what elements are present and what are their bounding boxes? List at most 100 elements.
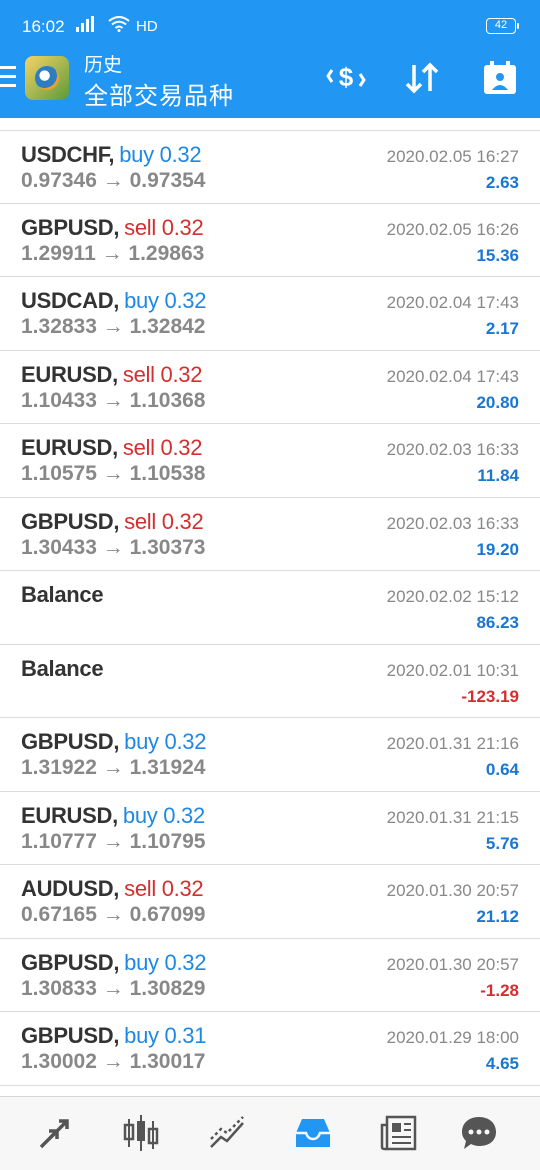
trade-datetime: 2020.02.03 16:33 bbox=[386, 513, 519, 533]
nav-news-button[interactable] bbox=[377, 1111, 421, 1155]
history-row[interactable]: EURUSD, sell 0.32 1.10433 → 1.10368 2020.… bbox=[0, 351, 540, 424]
profit-value: 2.63 bbox=[485, 173, 519, 192]
trade-datetime: 2020.01.31 21:16 bbox=[386, 734, 519, 753]
nav-chart-button[interactable] bbox=[119, 1111, 163, 1155]
nav-history-button[interactable] bbox=[291, 1111, 335, 1155]
trade-datetime: 2020.01.30 20:57 bbox=[386, 881, 519, 900]
balance-label: Balance bbox=[21, 582, 104, 607]
news-icon bbox=[380, 1115, 417, 1151]
profit-value: 15.36 bbox=[476, 245, 519, 265]
history-row[interactable]: GBPUSD, sell 0.32 1.30433 → 1.30373 2020.… bbox=[0, 498, 540, 571]
price-change: 1.10777 → 1.10795 bbox=[21, 829, 206, 853]
trade-datetime: 2020.02.05 16:26 bbox=[386, 219, 519, 239]
symbol: EURUSD, bbox=[21, 361, 118, 387]
symbol: GBPUSD, bbox=[21, 729, 120, 754]
history-row[interactable]: EURUSD, sell 0.32 1.10575 → 1.10538 2020.… bbox=[0, 424, 540, 498]
history-row[interactable]: GBPUSD, buy 0.32 1.30833 → 1.30829 2020.0… bbox=[0, 939, 540, 1012]
balance-amount: 86.23 bbox=[476, 613, 519, 632]
page-subtitle: 历史 bbox=[84, 54, 123, 76]
trend-lines-icon bbox=[210, 1116, 244, 1148]
nav-chat-button[interactable] bbox=[457, 1111, 501, 1155]
side-volume: buy 0.32 bbox=[119, 142, 202, 167]
side-volume: buy 0.32 bbox=[124, 288, 207, 313]
history-row[interactable]: GBPUSD, sell 0.32 1.29911 → 1.29863 2020.… bbox=[0, 204, 540, 277]
status-time: 16:02 bbox=[22, 17, 65, 36]
svg-text:$: $ bbox=[339, 62, 354, 92]
sort-button[interactable] bbox=[400, 56, 444, 100]
balance-label: Balance bbox=[21, 655, 104, 681]
nav-trade-button[interactable] bbox=[205, 1111, 249, 1155]
history-row[interactable]: GBPUSD, buy 0.32 1.31922 → 1.31924 2020.0… bbox=[0, 718, 540, 792]
signal-icon bbox=[76, 16, 102, 36]
trade-datetime: 2020.02.04 17:43 bbox=[386, 293, 519, 312]
inbox-tray-icon bbox=[296, 1119, 330, 1147]
trade-datetime: 2020.02.05 16:27 bbox=[386, 147, 519, 166]
profit-value: 20.80 bbox=[476, 392, 519, 412]
history-row[interactable]: GBPUSD, buy 0.31 1.30002 → 1.30017 2020.0… bbox=[0, 1012, 540, 1086]
sort-icon bbox=[405, 62, 439, 94]
currency-exchange-button[interactable]: $ bbox=[324, 56, 368, 100]
wifi-icon bbox=[108, 16, 130, 36]
price-change: 1.30002 → 1.30017 bbox=[21, 1050, 206, 1073]
balance-row[interactable]: Balance 2020.02.02 15:12 86.23 bbox=[0, 571, 540, 645]
battery-icon: 42 bbox=[486, 18, 519, 34]
balance-amount: -123.19 bbox=[461, 686, 519, 706]
symbol: GBPUSD, bbox=[21, 508, 120, 534]
history-row[interactable]: USDCAD, buy 0.32 1.32833 → 1.32842 2020.0… bbox=[0, 277, 540, 351]
trade-datetime: 2020.02.03 16:33 bbox=[386, 440, 519, 459]
menu-icon[interactable] bbox=[0, 66, 16, 88]
price-change: 1.29911 → 1.29863 bbox=[21, 241, 205, 265]
price-change: 1.10575 → 1.10538 bbox=[21, 462, 206, 485]
price-change: 0.67165 → 0.67099 bbox=[21, 903, 206, 926]
side-volume: sell 0.32 bbox=[124, 214, 204, 240]
price-change: 0.97346 → 0.97354 bbox=[21, 169, 206, 192]
app-header: 16:02 HD 42 历史 全部交易品种 $ bbox=[0, 0, 540, 118]
history-row[interactable]: EURUSD, buy 0.32 1.10777 → 1.10795 2020.0… bbox=[0, 792, 540, 865]
symbol: EURUSD, bbox=[21, 802, 118, 828]
symbol: EURUSD, bbox=[21, 435, 118, 460]
profit-value: 11.84 bbox=[477, 466, 519, 485]
bottom-navigation bbox=[0, 1096, 540, 1170]
symbol: GBPUSD, bbox=[21, 1023, 120, 1048]
nav-quotes-button[interactable] bbox=[33, 1111, 77, 1155]
app-logo bbox=[25, 56, 69, 100]
symbol-filter-title[interactable]: 全部交易品种 bbox=[84, 76, 234, 111]
balance-row[interactable]: Balance 2020.02.01 10:31 -123.19 bbox=[0, 645, 540, 718]
side-volume: sell 0.32 bbox=[124, 876, 204, 901]
side-volume: buy 0.32 bbox=[124, 729, 207, 754]
price-change: 1.32833 → 1.32842 bbox=[21, 315, 206, 338]
side-volume: buy 0.32 bbox=[122, 802, 205, 828]
symbol: USDCHF, bbox=[21, 142, 115, 167]
history-row[interactable]: AUDUSD, sell 0.32 0.67165 → 0.67099 2020.… bbox=[0, 865, 540, 939]
chat-bubble-icon bbox=[462, 1117, 496, 1149]
calendar-button[interactable] bbox=[478, 56, 522, 100]
history-list: USDCHF, buy 0.32 0.97346 → 0.97354 2020.0… bbox=[0, 130, 540, 1086]
side-volume: sell 0.32 bbox=[124, 508, 204, 534]
side-volume: sell 0.32 bbox=[122, 361, 203, 387]
history-row[interactable]: USDCHF, buy 0.32 0.97346 → 0.97354 2020.0… bbox=[0, 130, 540, 204]
profit-value: 19.20 bbox=[476, 539, 519, 559]
trade-datetime: 2020.02.04 17:43 bbox=[386, 366, 519, 386]
profit-value: 0.64 bbox=[485, 760, 519, 779]
side-volume: sell 0.32 bbox=[122, 435, 203, 460]
network-label: HD bbox=[136, 17, 158, 35]
symbol: GBPUSD, bbox=[21, 214, 120, 240]
price-change: 1.30433 → 1.30373 bbox=[21, 535, 206, 559]
symbol: USDCAD, bbox=[21, 288, 120, 313]
calendar-icon bbox=[484, 61, 516, 94]
side-volume: buy 0.31 bbox=[124, 1023, 207, 1048]
trade-datetime: 2020.01.31 21:15 bbox=[386, 807, 519, 827]
price-change: 1.10433 → 1.10368 bbox=[21, 388, 206, 412]
price-change: 1.31922 → 1.31924 bbox=[21, 756, 206, 779]
side-volume: buy 0.32 bbox=[124, 949, 207, 975]
symbol: AUDUSD, bbox=[21, 876, 120, 901]
balance-datetime: 2020.02.02 15:12 bbox=[386, 587, 519, 606]
currency-exchange-icon: $ bbox=[326, 62, 366, 92]
status-bar: 16:02 HD 42 bbox=[0, 0, 540, 52]
candlestick-chart-icon bbox=[123, 1115, 159, 1151]
profit-value: 21.12 bbox=[476, 907, 519, 926]
profit-value: -1.28 bbox=[480, 980, 519, 1000]
symbol: GBPUSD, bbox=[21, 949, 120, 975]
profit-value: 5.76 bbox=[485, 833, 519, 853]
profit-value: 4.65 bbox=[485, 1054, 519, 1073]
